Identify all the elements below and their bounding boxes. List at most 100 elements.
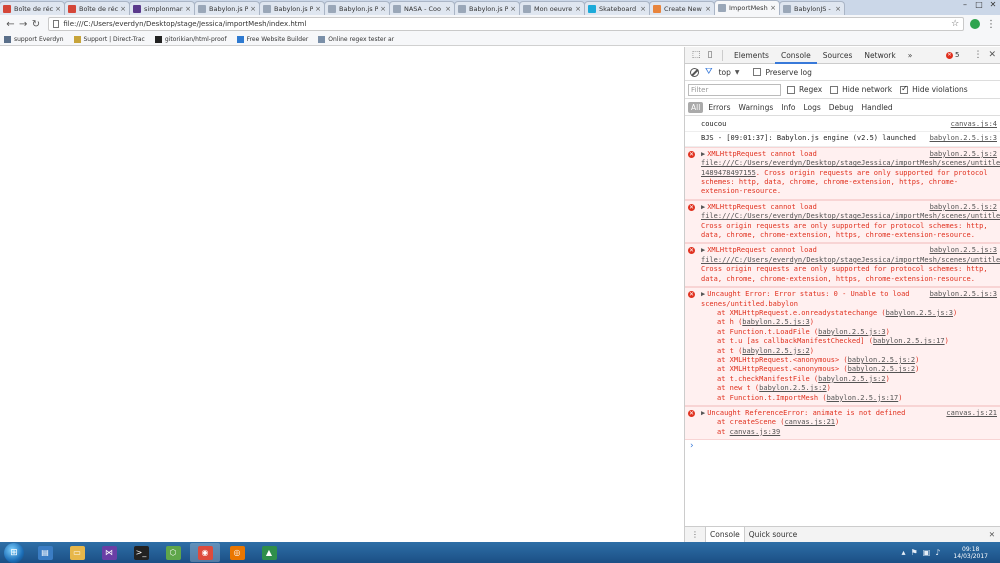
frame-link[interactable]: babylon.2.5.js:2 [742,347,809,355]
browser-tab[interactable]: Babylon.js P × [259,1,325,15]
source-link[interactable]: babylon.2.5.js:2 [930,203,997,212]
level-handled[interactable]: Handled [858,102,895,113]
browser-tab[interactable]: Babylon.js P × [324,1,390,15]
taskbar-app[interactable]: ⋈ [94,543,124,562]
drawer-tab-quick-source[interactable]: Quick source [745,527,802,543]
browser-tab[interactable]: Mon oeuvre × [519,1,585,15]
console-prompt[interactable]: › [685,440,1000,451]
expand-triangle-icon[interactable]: ▶ [701,409,705,417]
close-tab-icon[interactable]: × [575,5,581,13]
tab-console[interactable]: Console [774,47,817,64]
minimize-icon[interactable]: – [958,0,972,12]
close-tab-icon[interactable]: × [770,4,776,12]
hide-network-option[interactable]: Hide network [830,85,892,94]
close-tab-icon[interactable]: × [185,5,191,13]
device-toggle-icon[interactable]: ▯ [703,50,717,60]
source-link[interactable]: canvas.js:4 [951,120,997,129]
close-tab-icon[interactable]: × [510,5,516,13]
resource-link[interactable]: file:///C:/Users/everdyn/Desktop/stageJe… [701,256,1000,264]
start-button[interactable]: ⊞ [4,542,24,563]
extension-icon[interactable] [970,19,980,29]
filter-input[interactable]: Filter [688,83,781,96]
taskbar-app[interactable]: ◉ [190,543,220,562]
taskbar-app[interactable]: ⬡ [158,543,188,562]
browser-tab[interactable]: Babylon.js P × [454,1,520,15]
tab-network[interactable]: Network [858,47,901,64]
taskbar-app[interactable]: >_ [126,543,156,562]
chrome-menu-icon[interactable]: ⋮ [986,19,996,30]
close-tab-icon[interactable]: × [250,5,256,13]
tab-elements[interactable]: Elements [728,47,775,64]
drawer-menu-icon[interactable]: ⋮ [691,530,699,539]
taskbar-app[interactable]: ▤ [30,543,60,562]
resource-link[interactable]: file:///C:/Users/everdyn/Desktop/stageJe… [701,212,1000,220]
close-tab-icon[interactable]: × [835,5,841,13]
preserve-log-checkbox[interactable] [753,68,762,76]
hide-violations-checkbox[interactable] [900,84,909,94]
browser-tab[interactable]: Boîte de réce × [64,1,130,15]
browser-tab[interactable]: BabylonJS - × [779,1,845,15]
expand-triangle-icon[interactable]: ▶ [701,203,705,211]
bookmark-item[interactable]: Free Website Builder [236,35,308,43]
close-drawer-icon[interactable]: ✕ [989,530,995,539]
frame-link[interactable]: canvas.js:39 [730,428,781,436]
bookmark-item[interactable]: gitorikian/html-proof [154,35,227,43]
frame-link[interactable]: babylon.2.5.js:2 [848,365,915,373]
source-link[interactable]: babylon.2.5.js:3 [930,246,997,255]
clear-console-icon[interactable] [690,67,699,77]
action-center-icon[interactable]: ⚑ [911,548,918,557]
frame-link[interactable]: canvas.js:21 [784,418,835,426]
level-warnings[interactable]: Warnings [736,102,777,113]
level-errors[interactable]: Errors [705,102,733,113]
close-window-icon[interactable]: ✕ [986,0,1000,12]
context-select[interactable]: top ▼ [719,68,740,77]
level-logs[interactable]: Logs [800,102,823,113]
close-tab-icon[interactable]: × [120,5,126,13]
back-icon[interactable]: ← [4,19,17,30]
close-tab-icon[interactable]: × [445,5,451,13]
close-devtools-icon[interactable]: ✕ [988,50,996,60]
browser-tab[interactable]: simplonmars × [129,1,195,15]
frame-link[interactable]: babylon.2.5.js:3 [818,328,885,336]
frame-link[interactable]: babylon.2.5.js:2 [759,384,826,392]
bookmark-item[interactable]: Support | Direct-Trac [73,35,145,43]
taskbar-app[interactable]: ▲ [254,543,284,562]
error-count-badge[interactable]: ✕ 5 [945,51,959,59]
expand-triangle-icon[interactable]: ▶ [701,246,705,254]
taskbar-app[interactable]: ▭ [62,543,92,562]
hide-violations-option[interactable]: Hide violations [900,84,968,94]
tab-sources[interactable]: Sources [817,47,859,64]
expand-triangle-icon[interactable]: ▶ [701,150,705,158]
hide-network-checkbox[interactable] [830,85,839,94]
bookmark-item[interactable]: Online regex tester ar [318,35,394,43]
forward-icon[interactable]: → [17,19,30,30]
frame-link[interactable]: babylon.2.5.js:17 [827,394,899,402]
close-tab-icon[interactable]: × [315,5,321,13]
source-link[interactable]: babylon.2.5.js:3 [930,290,997,299]
source-link[interactable]: canvas.js:21 [946,409,997,418]
browser-tab[interactable]: Babylon.js P × [194,1,260,15]
close-tab-icon[interactable]: × [55,5,61,13]
volume-icon[interactable]: ♪ [935,548,940,557]
level-info[interactable]: Info [778,102,798,113]
taskbar-app[interactable]: ◎ [222,543,252,562]
filter-icon[interactable]: ⛛ [705,67,713,77]
network-icon[interactable]: ▣ [923,548,931,557]
expand-triangle-icon[interactable]: ▶ [701,290,705,298]
tray-arrow-icon[interactable]: ▴ [902,548,906,557]
regex-option[interactable]: Regex [787,85,822,94]
frame-link[interactable]: babylon.2.5.js:2 [818,375,885,383]
browser-tab[interactable]: ImportMesh × [714,0,780,15]
devtools-menu-icon[interactable]: ⋮ [973,50,982,60]
close-tab-icon[interactable]: × [705,5,711,13]
drawer-tab-console[interactable]: Console [705,526,745,543]
inspect-icon[interactable]: ⬚ [689,50,703,60]
maximize-icon[interactable]: □ [972,0,986,12]
level-all[interactable]: All [688,101,704,113]
address-bar[interactable]: file:///C:/Users/everdyn/Desktop/stage/J… [48,17,965,31]
frame-link[interactable]: babylon.2.5.js:3 [886,309,953,317]
source-link[interactable]: babylon.2.5.js:3 [930,134,997,143]
clock[interactable]: 09:18 14/03/2017 [953,546,988,560]
reload-icon[interactable]: ↻ [30,19,43,30]
regex-checkbox[interactable] [787,85,795,94]
